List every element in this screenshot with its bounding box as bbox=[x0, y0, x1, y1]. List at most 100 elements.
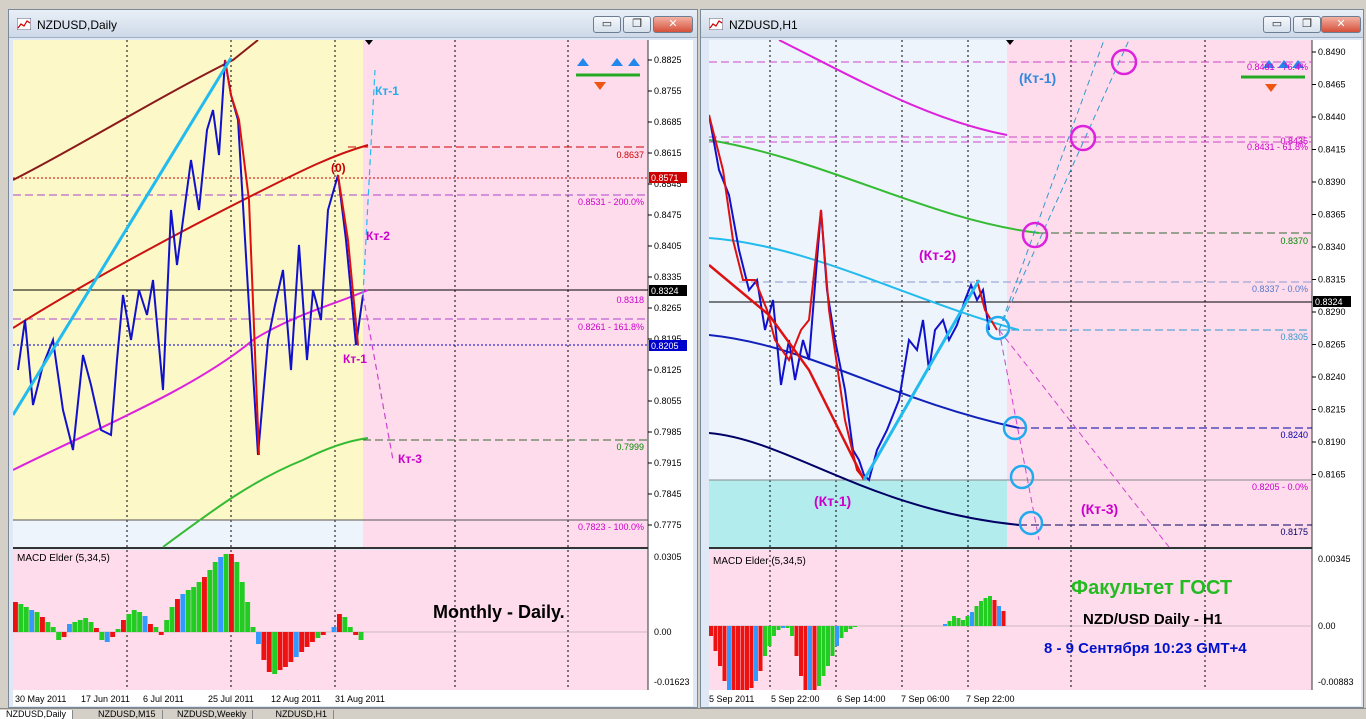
price-marker-label: 0.8324 bbox=[651, 286, 679, 296]
macd-bar bbox=[992, 600, 997, 626]
macd-bar bbox=[50, 627, 56, 632]
date-tick-label: 31 Aug 2011 bbox=[335, 694, 385, 704]
level-label: 0.8337 - 0.0% bbox=[1252, 284, 1308, 294]
level-label: 0.8637 bbox=[616, 150, 644, 160]
macd-bar bbox=[974, 606, 979, 626]
price-tick-label: 0.8615 bbox=[654, 148, 682, 158]
annotation-zero: (0) bbox=[331, 161, 346, 175]
right-chart-window[interactable]: NZDUSD,H1 ▭ ❐ ✕ 0.8490 0.8465 0.8440 0.8… bbox=[700, 9, 1364, 708]
chart-tab[interactable]: NZDUSD,M15 bbox=[92, 710, 163, 719]
close-button[interactable]: ✕ bbox=[653, 16, 693, 33]
macd-bar bbox=[218, 557, 224, 632]
macd-bar bbox=[272, 632, 278, 674]
macd-bar bbox=[180, 594, 186, 632]
macd-bar bbox=[331, 627, 337, 632]
macd-bar bbox=[115, 629, 121, 632]
macd-bar bbox=[979, 601, 983, 626]
level-label: 0.7823 - 100.0% bbox=[578, 522, 644, 532]
annotation-kt2: (Кт-2) bbox=[919, 247, 956, 263]
macd-bar bbox=[347, 627, 353, 632]
macd-bar bbox=[293, 632, 299, 657]
macd-bar bbox=[61, 632, 67, 637]
macd-bar bbox=[731, 626, 736, 698]
macd-bar bbox=[207, 570, 213, 632]
macd-bar bbox=[56, 632, 62, 640]
level-label: 0.8318 bbox=[616, 295, 644, 305]
caption-pair: NZD/USD Daily - H1 bbox=[1083, 611, 1222, 628]
macd-bar bbox=[713, 626, 718, 651]
level-label: 0.8175 bbox=[1280, 527, 1308, 537]
restore-button[interactable]: ❐ bbox=[1293, 16, 1321, 33]
left-titlebar[interactable]: NZDUSD,Daily ▭ ❐ ✕ bbox=[9, 10, 697, 38]
close-button[interactable]: ✕ bbox=[1321, 16, 1361, 33]
left-chart-area[interactable]: 0.8825 0.8755 0.8685 0.8615 0.8545 0.8475 0.84… bbox=[13, 40, 693, 706]
annotation-kt1-top: Кт-1 bbox=[375, 84, 399, 98]
macd-bar bbox=[353, 632, 359, 635]
macd-bar bbox=[29, 610, 35, 632]
macd-bar bbox=[830, 626, 835, 656]
macd-bar bbox=[988, 596, 992, 626]
macd-bar bbox=[817, 626, 821, 686]
macd-bar bbox=[808, 626, 812, 701]
macd-bar bbox=[256, 632, 261, 644]
price-tick-label: 0.8475 bbox=[654, 210, 682, 220]
level-label: 0.8261 - 161.8% bbox=[578, 322, 644, 332]
macd-bar bbox=[952, 616, 956, 626]
date-tick-label: 7 Sep 22:00 bbox=[966, 694, 1015, 704]
price-tick-label: 0.8365 bbox=[1318, 210, 1346, 220]
price-tick-label: 0.8315 bbox=[1318, 275, 1346, 285]
date-tick-label: 5 Sep 22:00 bbox=[771, 694, 820, 704]
right-titlebar[interactable]: NZDUSD,H1 ▭ ❐ ✕ bbox=[701, 10, 1363, 38]
macd-bar bbox=[839, 626, 844, 638]
macd-bar bbox=[718, 626, 722, 666]
macd-label: MACD Elder (5,34,5) bbox=[17, 553, 110, 564]
macd-bar bbox=[175, 599, 180, 632]
macd-bar bbox=[961, 620, 965, 626]
chart-tab[interactable]: NZDUSD,Weekly bbox=[171, 710, 254, 719]
minimize-button[interactable]: ▭ bbox=[1263, 16, 1291, 33]
macd-bar bbox=[34, 612, 40, 632]
price-tick-label: 0.8190 bbox=[1318, 437, 1346, 447]
macd-bar bbox=[709, 626, 713, 636]
macd-bar bbox=[45, 622, 51, 632]
macd-bar bbox=[18, 604, 24, 632]
level-label: 0.8431 - 61.8% bbox=[1247, 142, 1308, 152]
macd-bar bbox=[142, 616, 148, 632]
macd-bar bbox=[794, 626, 799, 656]
macd-bar bbox=[844, 626, 848, 632]
date-tick-label: 17 Jun 2011 bbox=[81, 694, 130, 704]
macd-bar bbox=[83, 618, 89, 632]
date-tick-label: 6 Sep 14:00 bbox=[837, 694, 886, 704]
restore-button[interactable]: ❐ bbox=[623, 16, 651, 33]
macd-tick-label: 0.00 bbox=[1318, 621, 1336, 631]
price-tick-label: 0.8390 bbox=[1318, 177, 1346, 187]
macd-bar bbox=[88, 622, 94, 632]
macd-bar bbox=[956, 618, 961, 626]
chart-icon bbox=[709, 18, 723, 30]
level-label: 0.8531 - 200.0% bbox=[578, 197, 644, 207]
macd-bar bbox=[358, 632, 364, 640]
level-label: 0.8481 - 76.4% bbox=[1247, 62, 1308, 72]
minimize-button[interactable]: ▭ bbox=[593, 16, 621, 33]
right-chart-svg[interactable]: 0.8490 0.8465 0.8440 0.8415 0.8390 0.8365 0.83… bbox=[709, 40, 1361, 706]
price-tick-label: 0.8405 bbox=[654, 241, 682, 251]
macd-bar bbox=[148, 624, 153, 632]
price-tick-label: 0.8265 bbox=[654, 303, 682, 313]
macd-tick-label: 0.00 bbox=[654, 627, 672, 637]
left-chart-window[interactable]: NZDUSD,Daily ▭ ❐ ✕ 0.8825 0.8755 0.8685 … bbox=[8, 9, 698, 708]
left-chart-svg[interactable]: 0.88250.87550.86850.86150.85450.84750.84… bbox=[13, 40, 693, 706]
chart-tab[interactable]: NZDUSD,Daily bbox=[0, 710, 74, 719]
macd-bar bbox=[337, 614, 342, 632]
price-tick-label: 0.8215 bbox=[1318, 405, 1346, 415]
macd-bar bbox=[727, 626, 731, 691]
macd-bar bbox=[185, 590, 191, 632]
macd-bar bbox=[812, 626, 817, 696]
macd-bar bbox=[229, 554, 234, 632]
macd-bar bbox=[848, 626, 853, 629]
macd-bar bbox=[758, 626, 763, 671]
right-chart-area[interactable]: 0.8490 0.8465 0.8440 0.8415 0.8390 0.8365 0.83… bbox=[709, 40, 1361, 706]
macd-bar bbox=[126, 614, 132, 632]
macd-bar bbox=[299, 632, 305, 652]
chart-tab[interactable]: NZDUSD,H1 bbox=[270, 710, 335, 719]
macd-bar bbox=[943, 624, 947, 626]
